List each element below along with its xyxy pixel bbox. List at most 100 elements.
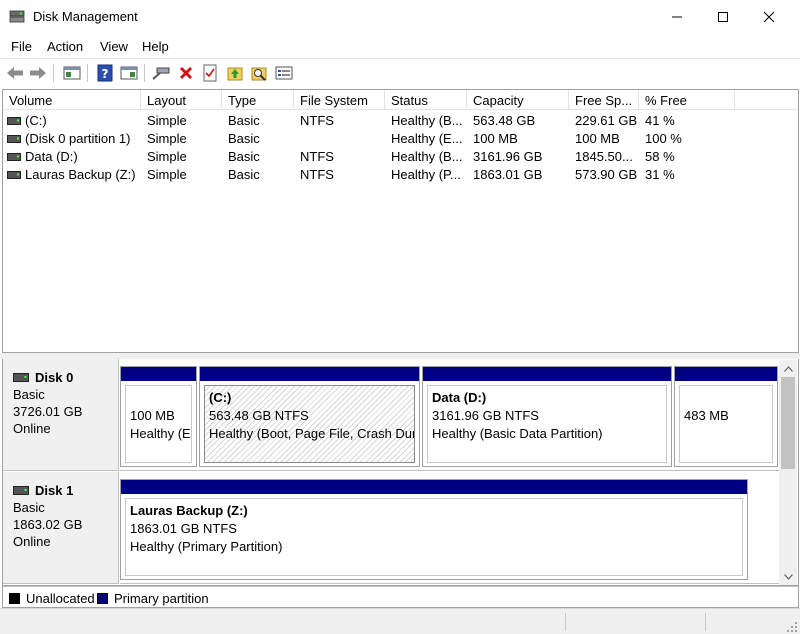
menu-action[interactable]: Action [47, 39, 83, 54]
chevron-down-icon [783, 573, 793, 580]
primary-partition-bar [121, 367, 196, 381]
primary-partition-bar [423, 367, 671, 381]
disk-0-size: 3726.01 GB [13, 404, 83, 419]
minimize-button[interactable] [654, 0, 700, 34]
cell-volume: Data (D:) [25, 149, 78, 164]
legend-unallocated: Unallocated [9, 591, 95, 606]
cell-percent-free: 58 % [645, 149, 675, 164]
disk-1-type: Basic [13, 500, 45, 515]
table-row[interactable]: (Disk 0 partition 1) Simple Basic Health… [3, 130, 798, 148]
scroll-up-button[interactable] [779, 360, 797, 377]
cell-volume: Lauras Backup (Z:) [25, 167, 136, 182]
toolbar-separator [144, 64, 145, 82]
cell-percent-free: 31 % [645, 167, 675, 182]
volume-list: Volume Layout Type File System Status Ca… [2, 89, 799, 353]
partition-d-drive[interactable]: Data (D:) 3161.96 GB NTFS Healthy (Basic… [422, 366, 672, 467]
scroll-down-button[interactable] [779, 568, 797, 585]
cell-layout: Simple [147, 131, 187, 146]
cell-free-space: 100 MB [575, 131, 620, 146]
column-header-status[interactable]: Status [385, 90, 467, 110]
window-title: Disk Management [33, 9, 138, 24]
cell-type: Basic [228, 167, 260, 182]
toolbar: ? [0, 58, 800, 86]
minimize-icon [672, 16, 682, 18]
table-row[interactable]: Data (D:) Simple Basic NTFS Healthy (B..… [3, 148, 798, 166]
partition-size: 3161.96 GB NTFS [432, 408, 539, 423]
column-header-volume[interactable]: Volume [3, 90, 141, 110]
cell-percent-free: 100 % [645, 131, 682, 146]
help-icon: ? [97, 64, 113, 82]
close-icon [763, 11, 775, 23]
menu-view[interactable]: View [100, 39, 128, 54]
cell-capacity: 100 MB [473, 131, 518, 146]
volume-icon [7, 153, 21, 161]
cell-status: Healthy (B... [391, 149, 463, 164]
column-header-layout[interactable]: Layout [141, 90, 222, 110]
properties-pane-button[interactable] [118, 62, 140, 84]
cell-status: Healthy (E... [391, 131, 463, 146]
graphical-view-scrollbar[interactable] [779, 360, 797, 585]
properties-button[interactable] [273, 62, 295, 84]
partition-size: 1863.01 GB NTFS [130, 521, 237, 536]
partition-disk0-efi[interactable]: 100 MB Healthy (EF [120, 366, 197, 467]
forward-button[interactable] [27, 62, 49, 84]
up-folder-button[interactable] [224, 62, 246, 84]
menu-file[interactable]: File [11, 39, 32, 54]
table-row[interactable]: Lauras Backup (Z:) Simple Basic NTFS Hea… [3, 166, 798, 184]
disk-1-label[interactable]: Disk 1 Basic 1863.02 GB Online [3, 472, 119, 584]
volume-icon [7, 171, 21, 179]
disk-0-label[interactable]: Disk 0 Basic 3726.01 GB Online [3, 359, 119, 471]
cell-free-space: 229.61 GB [575, 113, 638, 128]
show-hide-console-tree-button[interactable] [61, 62, 83, 84]
primary-partition-bar [200, 367, 419, 381]
maximize-icon [718, 12, 728, 22]
cell-type: Basic [228, 131, 260, 146]
resize-grip-icon[interactable] [786, 621, 798, 633]
cell-layout: Simple [147, 113, 187, 128]
delete-button[interactable] [175, 62, 197, 84]
column-header-free-space[interactable]: Free Sp... [569, 90, 639, 110]
partition-z-drive[interactable]: Lauras Backup (Z:) 1863.01 GB NTFS Healt… [120, 479, 748, 580]
check-icon [203, 64, 217, 82]
properties-icon [275, 66, 293, 80]
disk-management-icon [9, 10, 25, 23]
column-header-filler [735, 90, 798, 110]
cell-layout: Simple [147, 149, 187, 164]
menu-bar: File Action View Help [0, 34, 800, 58]
back-button[interactable] [4, 62, 26, 84]
disk-graphical-view: Disk 0 Basic 3726.01 GB Online 100 MB He… [2, 359, 799, 586]
column-header-percent-free[interactable]: % Free [639, 90, 735, 110]
column-header-file-system[interactable]: File System [294, 90, 385, 110]
disk-0-name: Disk 0 [13, 369, 118, 386]
table-row[interactable]: (C:) Simple Basic NTFS Healthy (B... 563… [3, 112, 798, 130]
partition-status: Healthy (Primary Partition) [130, 539, 283, 554]
cell-volume: (C:) [25, 113, 47, 128]
close-button[interactable] [746, 0, 792, 34]
cell-file-system: NTFS [300, 167, 334, 182]
cell-percent-free: 41 % [645, 113, 675, 128]
menu-help[interactable]: Help [142, 39, 169, 54]
primary-partition-bar [121, 480, 747, 494]
cell-status: Healthy (B... [391, 113, 463, 128]
partition-disk0-recovery[interactable]: 483 MB [674, 366, 778, 467]
column-header-capacity[interactable]: Capacity [467, 90, 569, 110]
maximize-button[interactable] [700, 0, 746, 34]
unallocated-swatch [9, 593, 20, 604]
column-header-type[interactable]: Type [222, 90, 294, 110]
disk-0-state: Online [13, 421, 51, 436]
partition-status: Healthy (Boot, Page File, Crash Dump [209, 426, 415, 441]
search-folder-button[interactable] [248, 62, 270, 84]
status-separator [565, 613, 566, 631]
partition-c-drive[interactable]: (C:) 563.48 GB NTFS Healthy (Boot, Page … [199, 366, 420, 467]
disk-1-title: Disk 1 [35, 483, 74, 498]
disk-icon [13, 486, 29, 495]
cell-type: Basic [228, 149, 260, 164]
status-bar [0, 608, 800, 634]
partition-title: (C:) [209, 390, 232, 405]
check-button[interactable] [199, 62, 221, 84]
help-button[interactable]: ? [94, 62, 116, 84]
legend-unallocated-label: Unallocated [26, 591, 95, 606]
scroll-thumb[interactable] [781, 377, 795, 469]
volume-icon [7, 117, 21, 125]
connect-drive-button[interactable] [150, 62, 172, 84]
